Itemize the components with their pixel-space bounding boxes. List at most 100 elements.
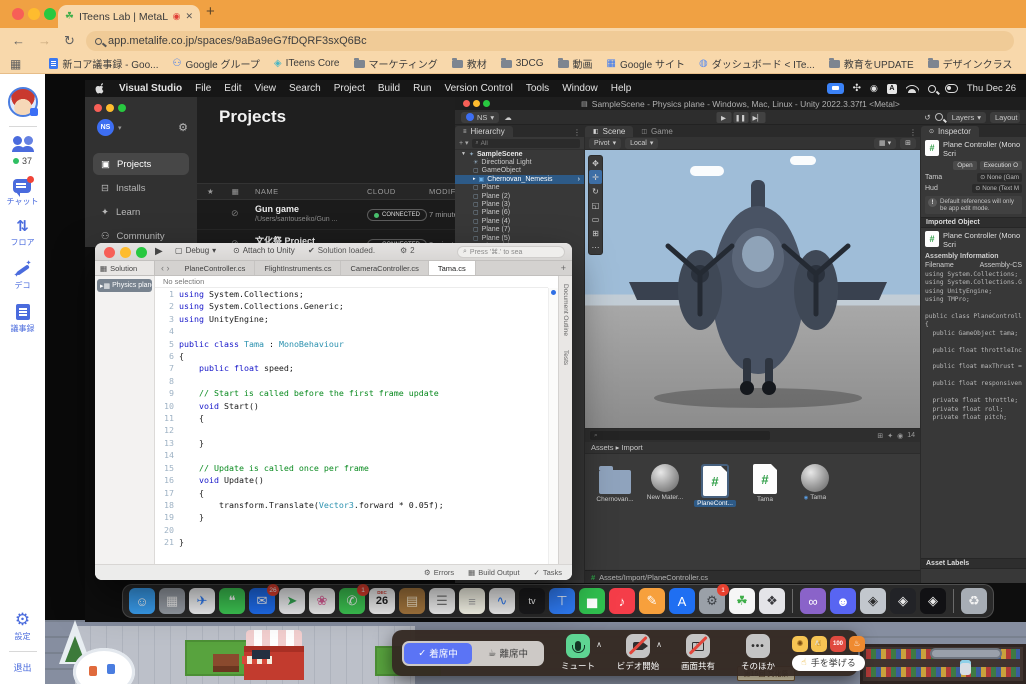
hub-column-cloud[interactable]: CLOUD [367, 187, 396, 196]
move-tool[interactable]: ✛ [589, 170, 602, 184]
back-button[interactable]: ← [12, 33, 25, 48]
kebab-menu-icon[interactable]: ⋮ [570, 128, 584, 137]
video-options-chevron[interactable]: ∧ [656, 640, 662, 649]
unity-zoom-button[interactable] [483, 100, 490, 107]
hub-account-menu[interactable]: NS ▾ [97, 119, 122, 136]
project-asset[interactable]: ◉Tama [791, 464, 839, 501]
rect-tool[interactable]: ▭ [589, 212, 602, 226]
project-search-input[interactable]: ⌕ [590, 431, 770, 440]
local-toggle[interactable]: Local ▾ [625, 138, 658, 149]
add-object-button[interactable]: + ▾ [459, 139, 469, 147]
game-tab[interactable]: ◫Game [633, 126, 680, 137]
dock-apple-tv[interactable]: tv [519, 588, 545, 614]
scene-tab[interactable]: ◧Scene [585, 126, 633, 137]
hub-zoom-button[interactable] [118, 104, 126, 112]
hierarchy-item[interactable]: ▸▣Chernovan_Nemesis› [455, 175, 584, 183]
bookmark-item[interactable]: ▦Google サイト [607, 56, 685, 71]
reactions-chevron[interactable]: ∧ [814, 638, 820, 647]
dock-roblox[interactable]: ❖ [759, 588, 785, 614]
sidebar-item-chat[interactable]: チャット [7, 179, 39, 207]
hub-settings-gear-icon[interactable]: ⚙ [178, 121, 188, 134]
errors-badge[interactable]: ⚙ 2 [400, 246, 415, 255]
unity-account-chip[interactable]: NS ▾ [461, 112, 499, 123]
site-info-icon[interactable] [95, 38, 102, 45]
inspector-field[interactable]: Tama⊙ None (Gam [925, 173, 1022, 182]
bookmark-item[interactable]: 教育をUPDATE [829, 56, 914, 71]
hierarchy-item[interactable]: ▢Plane (6) [455, 209, 584, 217]
run-button[interactable]: ▶ [155, 246, 163, 257]
hierarchy-search-input[interactable]: ⌕All [472, 139, 580, 148]
rotate-tool[interactable]: ↻ [589, 184, 602, 198]
dock-pages[interactable]: ✎ [639, 588, 665, 614]
bookmark-item[interactable]: ◈ITeens Core [274, 56, 340, 71]
undo-history-icon[interactable]: ↺ [924, 113, 930, 122]
bookmark-item[interactable]: ◍ダッシュボード < ITe... [699, 56, 815, 71]
menu-help[interactable]: Help [611, 83, 632, 94]
hierarchy-item[interactable]: ▢Plane (5) [455, 234, 584, 242]
info-icon[interactable]: ◉ [897, 432, 903, 440]
editor-breadcrumb[interactable]: No selection [155, 276, 548, 288]
attach-to-unity-button[interactable]: ⊙ Attach to Unity [233, 246, 295, 255]
dock-discord[interactable]: ☻ [830, 588, 856, 614]
dock-photos[interactable]: ❀ [309, 588, 335, 614]
project-asset[interactable]: New Mater... [641, 464, 689, 501]
mic-options-chevron[interactable]: ∧ [596, 640, 602, 649]
vs-close-button[interactable] [104, 247, 115, 258]
execution-order-button[interactable]: Execution O [980, 161, 1022, 170]
hierarchy-item[interactable]: ▢Plane (7) [455, 226, 584, 234]
vs-minimize-button[interactable] [120, 247, 131, 258]
step-button[interactable]: ▶▏ [750, 112, 765, 123]
editor-tab[interactable]: PlaneController.cs [176, 261, 256, 275]
project-breadcrumb[interactable]: Assets ▸ Import [585, 442, 920, 454]
dock-facetime[interactable]: ✆1 [339, 588, 365, 614]
editor-tab[interactable]: CameraController.cs [341, 261, 428, 275]
hierarchy-item[interactable]: ▢Plane [455, 184, 584, 192]
spotlight-icon[interactable] [928, 85, 936, 93]
menu-build[interactable]: Build [378, 83, 400, 94]
dock-reminders[interactable]: ☰ [429, 588, 455, 614]
dock-freeform[interactable]: ∿ [489, 588, 515, 614]
tab-nav-arrows[interactable]: ‹ › [155, 261, 176, 275]
hub-column-modified[interactable]: MODIFIED [429, 187, 455, 196]
hierarchy-item[interactable]: ▢Plane (4) [455, 217, 584, 225]
dock-messages[interactable]: ❝ [219, 588, 245, 614]
hub-nav-installs[interactable]: ⊟Installs [93, 177, 189, 199]
menu-version-control[interactable]: Version Control [444, 83, 512, 94]
expand-arrow-icon[interactable]: ▼ [461, 151, 466, 157]
dock-keynote[interactable]: ⊤ [549, 588, 575, 614]
menu-window[interactable]: Window [562, 83, 598, 94]
debug-config-dropdown[interactable]: ▢ Debug ▾ [175, 246, 216, 255]
menu-project[interactable]: Project [334, 83, 365, 94]
layout-dropdown[interactable]: Layout [990, 112, 1020, 123]
inspector-field[interactable]: Hud⊙ None (Text M [925, 184, 1022, 193]
dock-numbers[interactable]: ▅ [579, 588, 605, 614]
more-button[interactable]: ••• [746, 634, 770, 658]
vs-zoom-button[interactable] [136, 247, 147, 258]
user-avatar[interactable] [8, 87, 38, 117]
active-app-name[interactable]: Visual Studio [119, 83, 182, 94]
inspector-tab[interactable]: ⊙Inspector [921, 126, 979, 137]
dock-calendar[interactable]: DEC26 [369, 588, 395, 614]
sidebar-item-floor[interactable]: ⇅ フロア [11, 220, 35, 248]
tab-close-icon[interactable]: ✕ [185, 11, 193, 22]
menu-run[interactable]: Run [413, 83, 431, 94]
open-script-button[interactable]: Open [953, 161, 976, 170]
scene-viewport[interactable]: ✥ ✛ ↻ ◱ ▭ ⊞ ⋯ [585, 150, 920, 428]
solution-item[interactable]: ▸▦ Physics plane [97, 279, 152, 292]
mute-button[interactable] [566, 634, 590, 658]
reaction-clap[interactable]: ✺ [792, 636, 808, 652]
bookmark-item[interactable]: 教材 [452, 56, 487, 71]
aircraft-model[interactable] [623, 162, 893, 424]
unity-minimize-button[interactable] [473, 100, 480, 107]
apps-grid-icon[interactable]: ▦ [10, 57, 21, 71]
screen-sharing-indicator-icon[interactable] [827, 83, 844, 94]
project-asset[interactable]: #PlaneCont... [691, 464, 739, 507]
pivot-toggle[interactable]: Pivot ▾ [589, 138, 621, 149]
bookmark-item[interactable]: 3DCG [501, 56, 544, 71]
editor-scrollbar[interactable] [548, 288, 558, 564]
grid-visibility-button[interactable]: ▦ ▾ [874, 138, 896, 149]
project-asset[interactable]: #Tama [741, 464, 789, 503]
hierarchy-item[interactable]: ▢Plane (3) [455, 200, 584, 208]
hierarchy-item[interactable]: ▼✦SampleScene [455, 150, 584, 158]
exit-button[interactable]: 退出 [13, 661, 31, 674]
